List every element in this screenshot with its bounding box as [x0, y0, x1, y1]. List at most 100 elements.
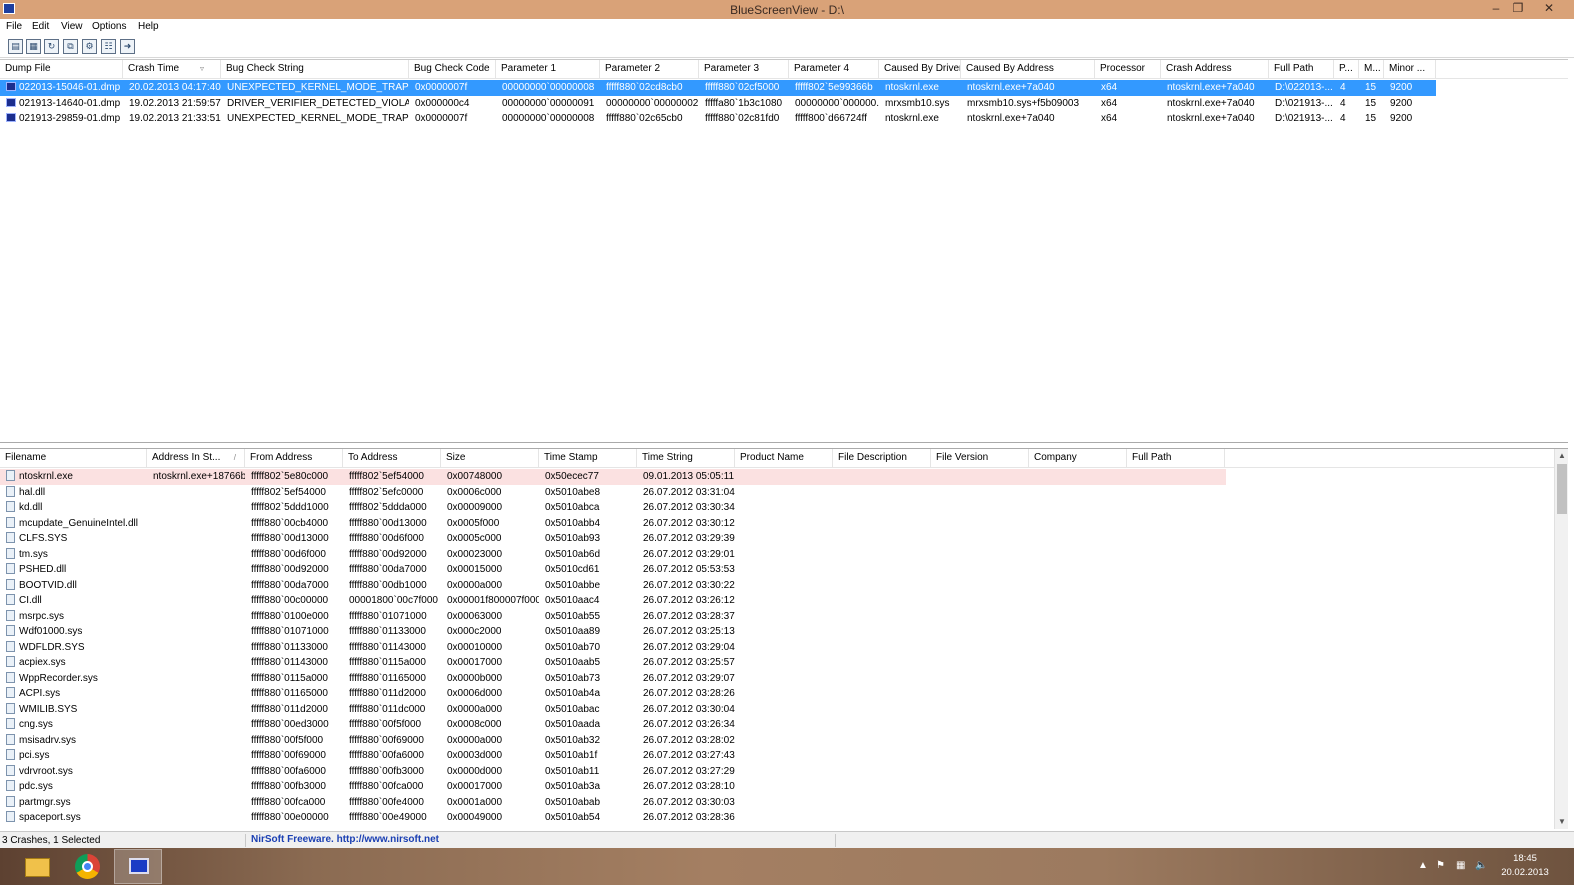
scroll-down-icon[interactable]: ▼ [1555, 815, 1569, 829]
cell-text: fffff880`01071000 [251, 626, 329, 637]
menu-help[interactable]: Help [138, 21, 159, 32]
col-file-version[interactable]: File Version [931, 449, 1029, 467]
crash-row[interactable]: 022013-15046-01.dmp 20.02.2013 04:17:40 UN… [0, 80, 1436, 96]
col-address-in-stack[interactable]: Address In St... / [147, 449, 245, 467]
module-list[interactable]: Filename Address In St... / From Address … [0, 448, 1568, 829]
cell-text: WppRecorder.sys [19, 672, 98, 684]
cell-bug-check-code: 0x0000007f [412, 80, 496, 95]
col-filename[interactable]: Filename [0, 449, 147, 467]
show-hidden-icons-icon[interactable]: ▲ [1418, 860, 1428, 871]
col-size[interactable]: Size [441, 449, 539, 467]
menu-options[interactable]: Options [92, 21, 126, 32]
dump-file-icon [6, 82, 16, 91]
module-row[interactable]: PSHED.dll fffff880`00d92000 fffff880`00da7… [0, 562, 1226, 578]
col-dump-file[interactable]: Dump File [0, 60, 123, 78]
refresh-icon[interactable]: ↻ [44, 39, 59, 54]
cell-from-address: fffff880`00f69000 [248, 748, 343, 763]
col-product-name[interactable]: Product Name [735, 449, 833, 467]
save-icon[interactable]: ▦ [26, 39, 41, 54]
module-row[interactable]: pdc.sys fffff880`00fb3000 fffff880`00fca00… [0, 779, 1226, 795]
module-row[interactable]: Wdf01000.sys fffff880`01071000 fffff880`01… [0, 624, 1226, 640]
cell-text: 0x5010aab5 [545, 657, 601, 668]
cell-text: fffff880`00db1000 [349, 579, 427, 591]
module-row[interactable]: hal.dll fffff802`5ef54000 fffff802`5efc000… [0, 485, 1226, 501]
copy-icon[interactable]: ⧉ [63, 39, 78, 54]
col-from-address[interactable]: From Address [245, 449, 343, 467]
clock-date: 20.02.2013 [1501, 867, 1549, 878]
module-row[interactable]: spaceport.sys fffff880`00e00000 fffff880`0… [0, 810, 1226, 826]
taskbar-clock[interactable]: 18:45 20.02.2013 [1495, 852, 1555, 880]
module-row[interactable]: CI.dll fffff880`00c00000 00001800`00c7f000… [0, 593, 1226, 609]
menu-edit[interactable]: Edit [32, 21, 49, 32]
restore-button[interactable]: ❐ [1505, 0, 1531, 18]
crash-list[interactable]: Dump File Crash Time ▿ Bug Check String B… [0, 59, 1568, 443]
cell-text: 09.01.2013 05:05:11 [643, 471, 735, 482]
crash-row[interactable]: 021913-14640-01.dmp 19.02.2013 21:59:57 DR… [0, 96, 1436, 112]
col-full-path[interactable]: Full Path [1269, 60, 1334, 78]
col-crash-address[interactable]: Crash Address [1161, 60, 1269, 78]
cell-time-string: 26.07.2012 03:29:39 [640, 531, 735, 546]
module-row[interactable]: kd.dll fffff802`5ddd1000 fffff802`5ddda000… [0, 500, 1226, 516]
module-row[interactable]: acpiex.sys fffff880`01143000 fffff880`0115… [0, 655, 1226, 671]
cell-text: x64 [1101, 82, 1118, 93]
col-parameter-4[interactable]: Parameter 4 [789, 60, 879, 78]
module-row[interactable]: ACPI.sys fffff880`01165000 fffff880`011d20… [0, 686, 1226, 702]
col-module-full-path[interactable]: Full Path [1127, 449, 1225, 467]
options-icon[interactable]: ⚙ [82, 39, 97, 54]
module-row[interactable]: ntoskrnl.exe ntoskrnl.exe+18766b fffff802`… [0, 469, 1226, 485]
module-row[interactable]: pci.sys fffff880`00f69000 fffff880`00fa600… [0, 748, 1226, 764]
cell-crash-address: ntoskrnl.exe+7a040 [1164, 96, 1269, 111]
crash-row[interactable]: 021913-29859-01.dmp 19.02.2013 21:33:51 UN… [0, 111, 1436, 127]
col-parameter-1[interactable]: Parameter 1 [496, 60, 600, 78]
taskbar-chrome[interactable] [64, 849, 112, 884]
properties-icon[interactable]: ▤ [8, 39, 23, 54]
col-caused-by-driver[interactable]: Caused By Driver [879, 60, 961, 78]
col-time-stamp[interactable]: Time Stamp [539, 449, 637, 467]
cell-to-address: fffff802`5efc0000 [346, 485, 441, 500]
col-major-version[interactable]: M... [1359, 60, 1384, 78]
module-row[interactable]: BOOTVID.dll fffff880`00da7000 fffff880`00d… [0, 578, 1226, 594]
nirsoft-link[interactable]: NirSoft Freeware. http://www.nirsoft.net [251, 834, 439, 845]
action-center-flag-icon[interactable]: ⚑ [1436, 860, 1445, 871]
taskbar-explorer[interactable] [13, 849, 61, 884]
exit-icon[interactable]: ➜ [120, 39, 135, 54]
col-company[interactable]: Company [1029, 449, 1127, 467]
scroll-thumb[interactable] [1557, 464, 1567, 514]
col-time-string[interactable]: Time String [637, 449, 735, 467]
module-row[interactable]: WMILIB.SYS fffff880`011d2000 fffff880`011d… [0, 702, 1226, 718]
col-processor[interactable]: Processor [1095, 60, 1161, 78]
cell-text: fffff880`01071000 [349, 610, 427, 622]
col-crash-time[interactable]: Crash Time ▿ [123, 60, 221, 78]
module-row[interactable]: partmgr.sys fffff880`00fca000 fffff880`00f… [0, 795, 1226, 811]
module-row[interactable]: WppRecorder.sys fffff880`0115a000 fffff880… [0, 671, 1226, 687]
module-row[interactable]: cng.sys fffff880`00ed3000 fffff880`00f5f00… [0, 717, 1226, 733]
status-bar: 3 Crashes, 1 Selected NirSoft Freeware. … [0, 831, 1574, 848]
close-button[interactable]: ✕ [1534, 0, 1564, 18]
module-row[interactable]: WDFLDR.SYS fffff880`01133000 fffff880`0114… [0, 640, 1226, 656]
col-bug-check-code[interactable]: Bug Check Code [409, 60, 496, 78]
module-row[interactable]: msisadrv.sys fffff880`00f5f000 fffff880`00… [0, 733, 1226, 749]
html-report-icon[interactable]: ☷ [101, 39, 116, 54]
col-file-description[interactable]: File Description [833, 449, 931, 467]
module-row[interactable]: CLFS.SYS fffff880`00d13000 fffff880`00d6f0… [0, 531, 1226, 547]
cell-size: 0x0006d000 [444, 686, 539, 701]
module-row[interactable]: tm.sys fffff880`00d6f000 fffff880`00d92000… [0, 547, 1226, 563]
col-to-address[interactable]: To Address [343, 449, 441, 467]
menu-file[interactable]: File [6, 21, 22, 32]
col-minor-version[interactable]: Minor ... [1384, 60, 1436, 78]
module-list-scrollbar[interactable]: ▲ ▼ [1554, 449, 1568, 829]
network-icon[interactable]: ▦ [1456, 860, 1465, 871]
module-row[interactable]: msrpc.sys fffff880`0100e000 fffff880`01071… [0, 609, 1226, 625]
module-row[interactable]: vdrvroot.sys fffff880`00fa6000 fffff880`00… [0, 764, 1226, 780]
volume-icon[interactable]: 🔈 [1475, 860, 1487, 871]
cell-address-in-stack [150, 717, 245, 732]
taskbar-bluescreenview[interactable] [114, 849, 162, 884]
col-processors-count[interactable]: P... [1334, 60, 1359, 78]
menu-view[interactable]: View [61, 21, 83, 32]
col-caused-by-address[interactable]: Caused By Address [961, 60, 1095, 78]
col-bug-check-string[interactable]: Bug Check String [221, 60, 409, 78]
scroll-up-icon[interactable]: ▲ [1555, 449, 1569, 463]
col-parameter-2[interactable]: Parameter 2 [600, 60, 699, 78]
module-row[interactable]: mcupdate_GenuineIntel.dll fffff880`00cb40… [0, 516, 1226, 532]
col-parameter-3[interactable]: Parameter 3 [699, 60, 789, 78]
